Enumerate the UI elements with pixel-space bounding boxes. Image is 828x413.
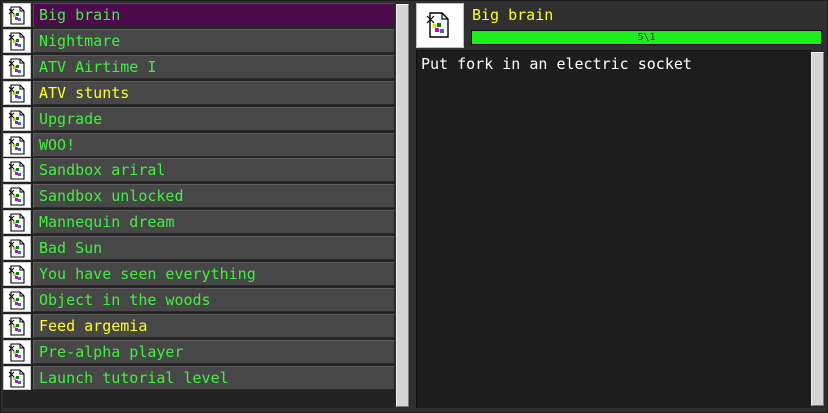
achievement-row[interactable]: Object in the woods (3, 287, 395, 312)
achievement-label: Launch tutorial level (39, 368, 229, 387)
achievement-label-cell: Feed argemia (33, 313, 395, 338)
achievement-icon (3, 132, 31, 157)
achievement-icon (3, 210, 31, 235)
achievement-icon (3, 339, 31, 364)
achievement-icon (3, 80, 31, 105)
achievement-label: Pre-alpha player (39, 342, 184, 361)
achievement-label: Feed argemia (39, 316, 148, 335)
achievement-icon (3, 184, 31, 209)
missing-image-icon (8, 161, 25, 180)
missing-image-icon (8, 343, 25, 362)
achievement-icon (3, 158, 31, 183)
missing-image-icon (8, 135, 25, 155)
achievement-label-cell: Pre-alpha player (33, 339, 395, 364)
achievement-icon (3, 236, 31, 261)
achievement-icon (3, 365, 31, 390)
missing-image-icon (8, 84, 25, 103)
achievement-label-cell: Bad Sun (33, 236, 395, 261)
missing-image-icon (426, 12, 449, 38)
achievement-label: ATV stunts (39, 83, 130, 102)
missing-image-icon (8, 239, 25, 258)
achievement-label-cell: WOO! (33, 132, 395, 157)
missing-image-icon (8, 317, 25, 336)
achievement-label-cell: Sandbox ariral (33, 158, 395, 183)
missing-image-icon (8, 369, 25, 388)
achievement-icon (3, 287, 31, 312)
achievement-label: Sandbox unlocked (39, 187, 184, 206)
achievement-icon (3, 28, 31, 53)
achievement-row[interactable]: Bad Sun (3, 236, 395, 261)
achievement-row[interactable]: Launch tutorial level (3, 365, 395, 390)
description-text: Put fork in an electric socket (421, 55, 692, 73)
missing-image-icon (8, 32, 25, 51)
description-scrollbar[interactable] (811, 50, 826, 408)
achievement-row[interactable]: ATV stunts (3, 80, 395, 105)
missing-image-icon (8, 213, 25, 232)
achievement-row[interactable]: Nightmare (3, 28, 395, 53)
description-scroll-thumb[interactable] (811, 52, 824, 406)
progress-text: 5\1 (637, 32, 656, 43)
achievement-icon (3, 262, 31, 286)
achievement-icon (3, 3, 31, 27)
achievement-list-scroll-thumb[interactable] (396, 4, 409, 407)
achievement-icon (3, 313, 31, 338)
achievement-row[interactable]: Sandbox ariral (3, 158, 395, 183)
achievement-label-cell: Mannequin dream (33, 210, 395, 235)
missing-image-icon (8, 291, 25, 310)
achievement-row[interactable]: Big brain (3, 3, 395, 27)
achievement-list-scrollbar[interactable] (395, 3, 410, 408)
achievement-label-cell: Big brain (33, 3, 395, 27)
achievement-label-cell: Object in the woods (33, 287, 395, 312)
progress-bar: 5\1 (471, 30, 822, 45)
achievement-row[interactable]: WOO! (3, 132, 395, 157)
achievement-label-cell: Sandbox unlocked (33, 184, 395, 209)
achievement-row[interactable]: Feed argemia (3, 313, 395, 338)
missing-image-icon (8, 265, 25, 284)
achievement-label-cell: ATV stunts (33, 80, 395, 105)
missing-image-icon (8, 187, 25, 206)
achievement-label: You have seen everything (39, 265, 256, 283)
achievement-row[interactable]: ATV Airtime I (3, 54, 395, 79)
achievement-label-cell: ATV Airtime I (33, 54, 395, 79)
achievement-label: ATV Airtime I (39, 57, 157, 76)
achievement-label-cell: Upgrade (33, 106, 395, 131)
achievement-label-cell: Launch tutorial level (33, 365, 395, 390)
achievement-row[interactable]: You have seen everything (3, 262, 395, 286)
achievement-label: Object in the woods (39, 290, 211, 309)
achievement-label: Bad Sun (39, 239, 103, 258)
achievement-icon (3, 106, 31, 131)
missing-image-icon (8, 58, 25, 77)
missing-image-icon (8, 6, 25, 25)
achievement-row[interactable]: Upgrade (3, 106, 395, 131)
achievement-label-cell: You have seen everything (33, 262, 395, 286)
achievement-row[interactable]: Mannequin dream (3, 210, 395, 235)
achievement-row[interactable]: Sandbox unlocked (3, 184, 395, 209)
detail-icon (416, 3, 464, 48)
achievement-row[interactable]: Pre-alpha player (3, 339, 395, 364)
achievement-icon (3, 54, 31, 79)
achievement-list: Big brain Nightmare ATV Airtime I ATV stunt… (3, 3, 395, 408)
missing-image-icon (8, 110, 25, 129)
achievement-label: WOO! (39, 135, 76, 154)
detail-title: Big brain (472, 6, 554, 24)
achievement-label-cell: Nightmare (33, 28, 395, 53)
description-panel: Put fork in an electric socket (416, 50, 811, 408)
achievement-label: Upgrade (39, 109, 103, 128)
achievement-label: Big brain (39, 6, 121, 24)
achievement-label: Sandbox ariral (39, 161, 166, 180)
achievement-label: Mannequin dream (39, 213, 175, 232)
achievement-label: Nightmare (39, 31, 121, 50)
